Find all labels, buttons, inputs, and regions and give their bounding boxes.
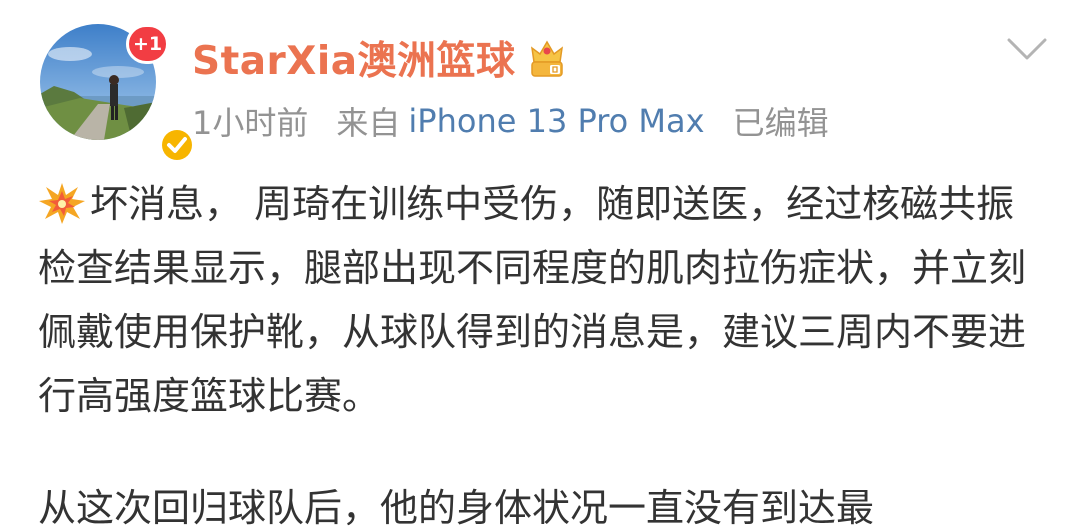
source-label: 来自 <box>336 104 401 142</box>
notification-badge: +1 <box>126 24 170 64</box>
source-device-link[interactable]: iPhone 13 Pro Max <box>408 102 704 140</box>
username[interactable]: StarXia澳洲篮球 <box>192 30 516 86</box>
collision-icon <box>38 180 86 224</box>
post-time[interactable]: 1小时前 <box>192 98 308 144</box>
edited-label[interactable]: 已编辑 <box>733 98 829 144</box>
post-paragraph: 从这次回归球队后，他的身体状况一直没有到达最 <box>38 486 875 530</box>
paragraph-text: 坏消息， 周琦在训练中受伤，随即送医，经过核磁共振检查结果显示，腿部出现不同程度… <box>38 182 1027 418</box>
crown-icon[interactable] <box>526 36 568 80</box>
weibo-post: +1 StarXia澳洲篮球 1小时前 来自 iPhone 13 Pro Max… <box>0 0 1079 530</box>
post-paragraph: 坏消息， 周琦在训练中受伤，随即送医，经过核磁共振检查结果显示，腿部出现不同程度… <box>38 172 1048 428</box>
post-meta: 1小时前 来自 iPhone 13 Pro Max 已编辑 <box>192 98 829 144</box>
chevron-down-icon[interactable] <box>1005 34 1049 64</box>
avatar-container[interactable]: +1 <box>40 24 196 164</box>
verified-badge-icon <box>158 126 196 164</box>
username-row: StarXia澳洲篮球 <box>192 30 568 86</box>
post-content: 坏消息， 周琦在训练中受伤，随即送医，经过核磁共振检查结果显示，腿部出现不同程度… <box>38 172 1048 530</box>
